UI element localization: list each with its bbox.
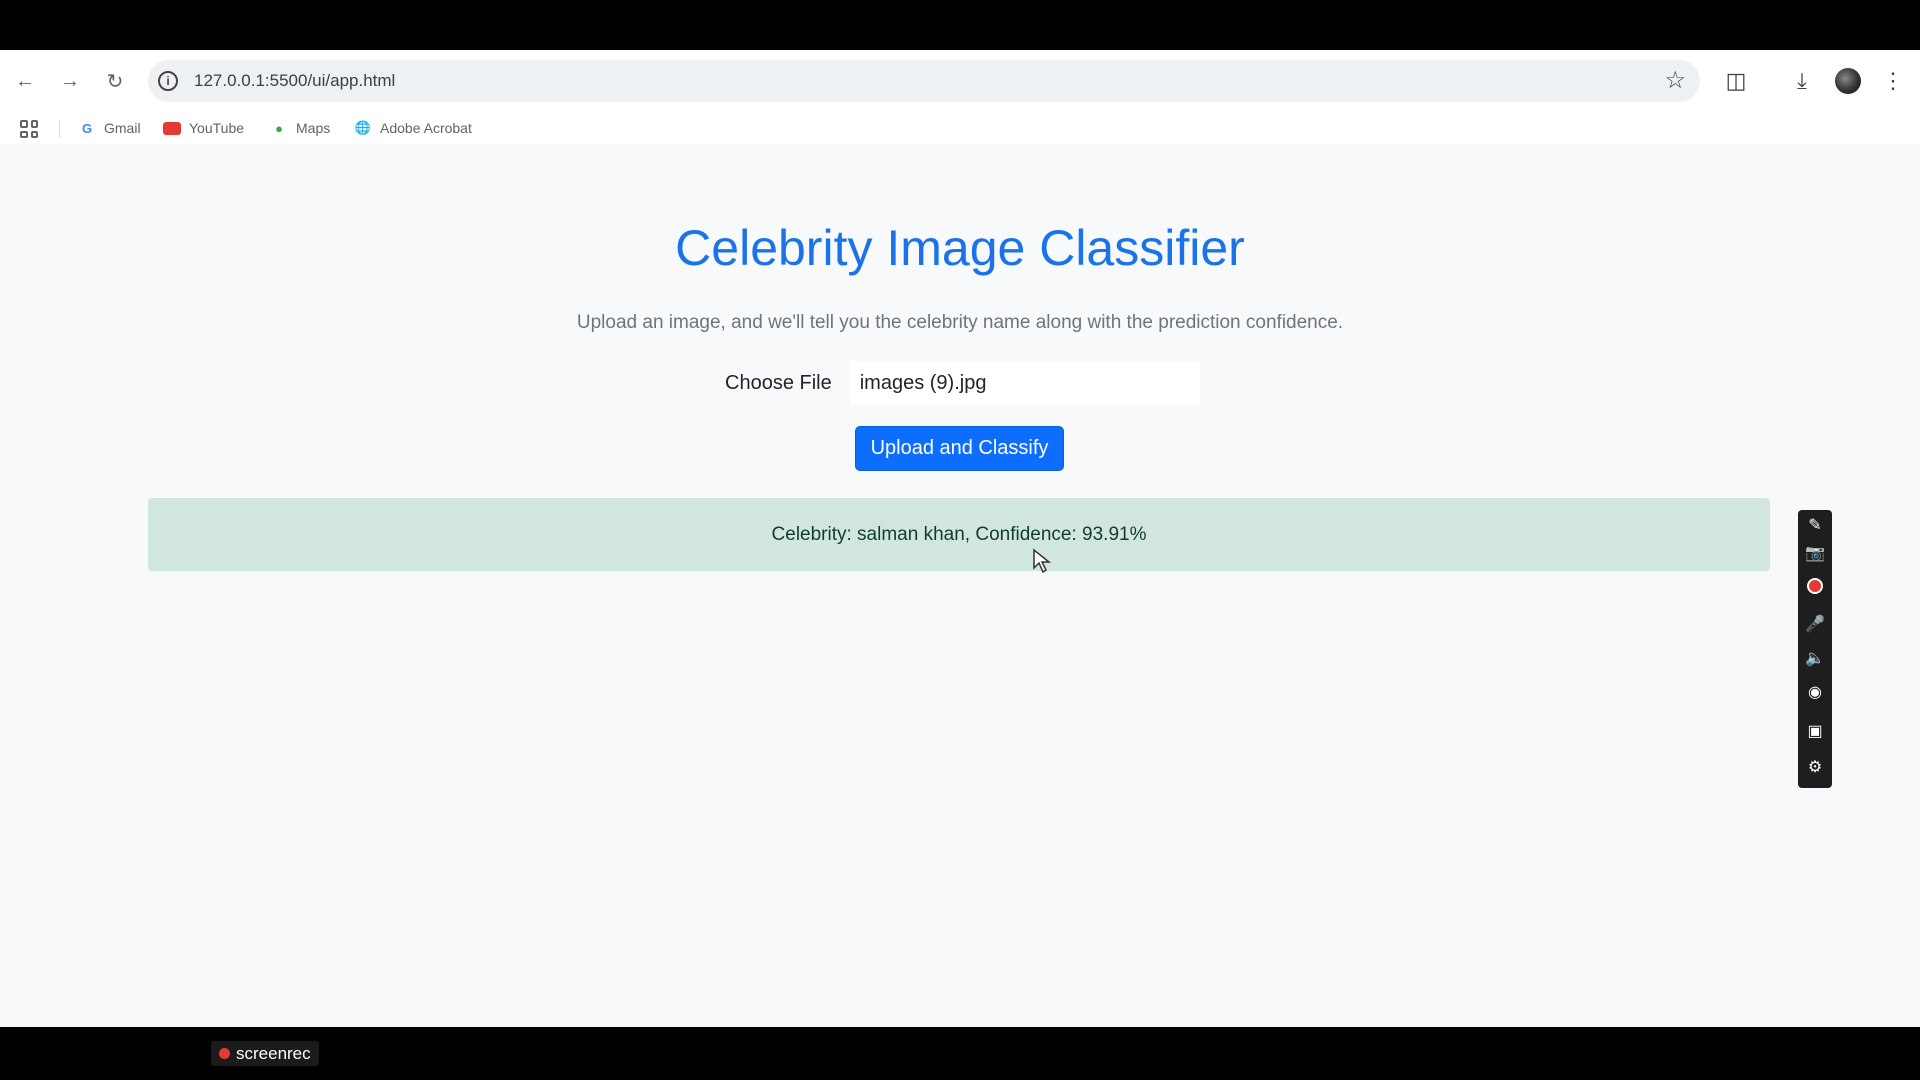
bookmark-label: Maps bbox=[296, 120, 331, 136]
bookmark-gmail[interactable]: G Gmail bbox=[78, 117, 141, 139]
kebab-menu-icon[interactable]: ⋮ bbox=[1876, 64, 1910, 98]
top-letterbox bbox=[0, 0, 1920, 50]
upload-and-classify-button[interactable]: Upload and Classify bbox=[855, 426, 1064, 471]
download-icon[interactable]: ⤓ bbox=[1785, 64, 1819, 98]
microphone-icon[interactable]: 🎤 bbox=[1802, 611, 1828, 637]
screenrec-watermark: screenrec bbox=[211, 1041, 319, 1066]
choose-file-button[interactable]: Choose File bbox=[715, 362, 842, 404]
result-text: Celebrity: salman khan, Confidence: 93.9… bbox=[771, 523, 1147, 545]
bookmark-label: YouTube bbox=[189, 120, 245, 136]
forward-arrow-icon[interactable]: → bbox=[55, 66, 85, 96]
bookmark-maps[interactable]: ● Maps bbox=[270, 117, 330, 139]
url-text[interactable]: 127.0.0.1:5500/ui/app.html bbox=[194, 71, 395, 91]
browser-toolbar: ← → ↻ i 127.0.0.1:5500/ui/app.html ☆ ◫ ⤓… bbox=[0, 50, 1920, 112]
bookmarks-bar: G Gmail YouTube ● Maps 🌐 Adobe Acrobat bbox=[0, 112, 1920, 144]
recorder-toolbar: ✎ 📷 🎤 🔈 ◉ ▣ ⚙ bbox=[1798, 510, 1832, 788]
profile-avatar[interactable] bbox=[1835, 68, 1861, 94]
speaker-icon[interactable]: 🔈 bbox=[1802, 645, 1828, 671]
file-input[interactable]: Choose File images (9).jpg bbox=[715, 359, 1210, 407]
globe-icon: 🌐 bbox=[354, 120, 372, 135]
page-content: Celebrity Image Classifier Upload an ima… bbox=[0, 144, 1920, 1027]
camera-icon[interactable]: 📷 bbox=[1802, 540, 1828, 566]
site-info-icon[interactable]: i bbox=[158, 71, 178, 91]
google-icon: G bbox=[81, 120, 93, 136]
address-bar[interactable]: i 127.0.0.1:5500/ui/app.html ☆ bbox=[148, 60, 1700, 102]
apps-grid-icon[interactable] bbox=[20, 120, 38, 138]
puzzle-icon[interactable]: ◫ bbox=[1719, 64, 1753, 98]
page-title: Celebrity Image Classifier bbox=[675, 220, 1245, 276]
watermark-text: screenrec bbox=[236, 1043, 311, 1063]
youtube-icon bbox=[163, 119, 181, 137]
selected-file-name: images (9).jpg bbox=[849, 361, 1200, 405]
browser-window: ← → ↻ i 127.0.0.1:5500/ui/app.html ☆ ◫ ⤓… bbox=[0, 50, 1920, 1027]
star-icon[interactable]: ☆ bbox=[1664, 66, 1686, 95]
result-alert: Celebrity: salman khan, Confidence: 93.9… bbox=[148, 498, 1770, 571]
webcam-icon[interactable]: ◉ bbox=[1802, 679, 1828, 705]
bookmark-label: Gmail bbox=[104, 120, 141, 136]
record-icon[interactable] bbox=[1802, 573, 1828, 599]
pencil-icon[interactable]: ✎ bbox=[1802, 512, 1828, 538]
bookmark-label: Adobe Acrobat bbox=[380, 120, 472, 136]
bookmark-separator bbox=[59, 120, 60, 138]
mouse-cursor-icon bbox=[1033, 548, 1052, 574]
bookmark-youtube[interactable]: YouTube bbox=[163, 117, 244, 139]
back-arrow-icon[interactable]: ← bbox=[10, 66, 40, 96]
window-icon[interactable]: ▣ bbox=[1802, 718, 1828, 744]
page-subtitle: Upload an image, and we'll tell you the … bbox=[576, 312, 1344, 333]
bookmark-adobe-acrobat[interactable]: 🌐 Adobe Acrobat bbox=[354, 117, 472, 139]
reload-icon[interactable]: ↻ bbox=[100, 66, 130, 96]
maps-pin-icon: ● bbox=[275, 120, 283, 136]
gear-icon[interactable]: ⚙ bbox=[1802, 754, 1828, 780]
record-dot-icon bbox=[219, 1048, 230, 1059]
